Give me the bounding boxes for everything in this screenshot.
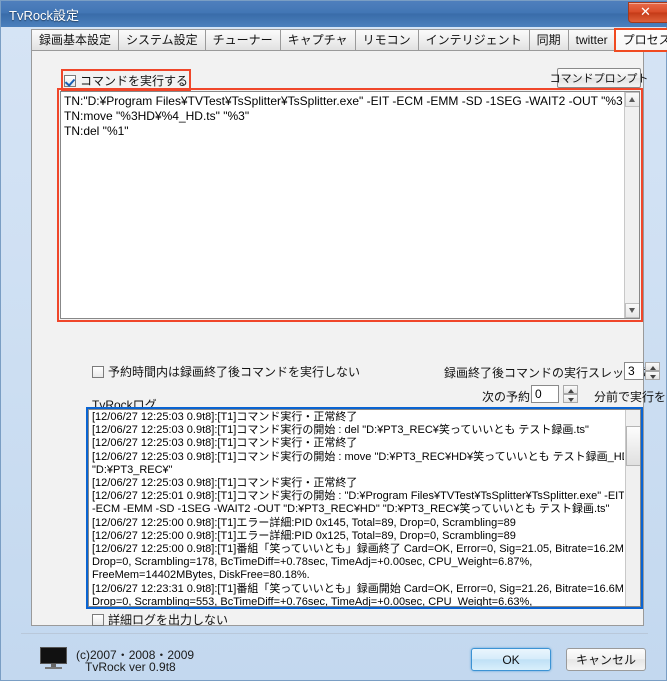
command-scrollbar[interactable]: [624, 92, 639, 318]
tab-sync[interactable]: 同期: [528, 29, 568, 51]
monitor-icon: [40, 647, 67, 669]
checkbox-icon: [64, 74, 76, 87]
footer-divider: [21, 633, 648, 634]
no-exec-in-reservation-checkbox[interactable]: 予約時間内は録画終了後コマンドを実行しない: [92, 363, 360, 380]
window-title: TvRock設定: [9, 8, 80, 23]
tvrock-log-box[interactable]: [12/06/27 12:25:03 0.9t8]:[T1]コマンド実行・正常終…: [86, 407, 643, 609]
execute-command-label: コマンドを実行する: [80, 74, 189, 88]
tab-tuner[interactable]: チューナー: [204, 29, 280, 51]
ok-button-label: OK: [502, 652, 520, 667]
tab-label: リモコン: [362, 33, 411, 47]
thread-count-input[interactable]: 3: [624, 362, 644, 380]
command-text: TN:"D:¥Program Files¥TVTest¥TsSplitter¥T…: [64, 94, 623, 138]
tab-label: システム設定: [126, 33, 198, 47]
stepper-down-icon[interactable]: [645, 371, 660, 380]
tab-system-settings[interactable]: システム設定: [118, 29, 205, 51]
tab-twitter[interactable]: twitter: [567, 29, 615, 51]
tab-label: プロセス: [622, 33, 667, 47]
tab-label: twitter: [575, 33, 608, 47]
close-button[interactable]: ✕: [628, 2, 667, 23]
tab-strip: 録画基本設定 システム設定 チューナー キャプチャ リモコン インテリジェント …: [31, 28, 667, 52]
no-detail-log-label: 詳細ログを出力しない: [108, 613, 229, 627]
tvrock-settings-window: TvRock設定 ✕ 録画基本設定 システム設定 チューナー キャプチャ リモコ…: [0, 0, 667, 681]
thread-count-label: 録画終了後コマンドの実行スレッド数: [444, 366, 649, 380]
next-reservation-input[interactable]: 0: [531, 385, 559, 403]
tab-remote[interactable]: リモコン: [354, 29, 418, 51]
scroll-up-icon[interactable]: [625, 92, 639, 107]
process-tab-panel: コマンドを実行する コマンドプロンプト TN:"D:¥Program Files…: [31, 50, 667, 628]
no-detail-log-checkbox[interactable]: 詳細ログを出力しない: [92, 611, 228, 628]
thread-count-stepper[interactable]: [645, 362, 660, 380]
close-icon: ✕: [640, 4, 651, 19]
tvrock-log-text: [12/06/27 12:25:03 0.9t8]:[T1]コマンド実行・正常終…: [92, 411, 624, 607]
command-prompt-button[interactable]: コマンドプロンプト: [550, 68, 648, 88]
tab-capture[interactable]: キャプチャ: [279, 29, 355, 51]
title-bar: TvRock設定 ✕: [1, 1, 667, 27]
cancel-button[interactable]: キャンセル: [566, 648, 646, 671]
tab-label: インテリジェント: [425, 33, 522, 47]
tab-label: 同期: [536, 33, 561, 47]
stepper-up-icon[interactable]: [645, 362, 660, 371]
checkbox-icon: [92, 365, 104, 378]
log-scrollbar-thumb[interactable]: [626, 426, 640, 466]
execute-command-checkbox[interactable]: コマンドを実行する: [60, 69, 192, 92]
tab-label: キャプチャ: [287, 33, 348, 47]
tab-recording-basic[interactable]: 録画基本設定: [31, 29, 119, 51]
copyright-line-2: TvRock ver 0.9t8: [85, 660, 176, 674]
stepper-up-icon[interactable]: [563, 385, 578, 394]
next-reservation-label-after: 分前で実行を中断: [594, 390, 667, 404]
next-reservation-stepper[interactable]: [563, 385, 578, 403]
command-textarea[interactable]: TN:"D:¥Program Files¥TVTest¥TsSplitter¥T…: [57, 88, 643, 322]
log-scrollbar[interactable]: [625, 410, 640, 606]
no-exec-in-reservation-label: 予約時間内は録画終了後コマンドを実行しない: [108, 365, 361, 379]
ok-button[interactable]: OK: [471, 648, 551, 671]
scroll-down-icon[interactable]: [625, 303, 639, 318]
cancel-button-label: キャンセル: [575, 653, 636, 667]
tab-label: 録画基本設定: [39, 33, 112, 47]
tab-intelligent[interactable]: インテリジェント: [417, 29, 529, 51]
checkbox-icon: [92, 613, 104, 626]
stepper-down-icon[interactable]: [563, 394, 578, 403]
command-prompt-button-label: コマンドプロンプト: [549, 73, 649, 85]
tab-label: チューナー: [212, 33, 273, 47]
tab-process[interactable]: プロセス: [613, 28, 667, 52]
